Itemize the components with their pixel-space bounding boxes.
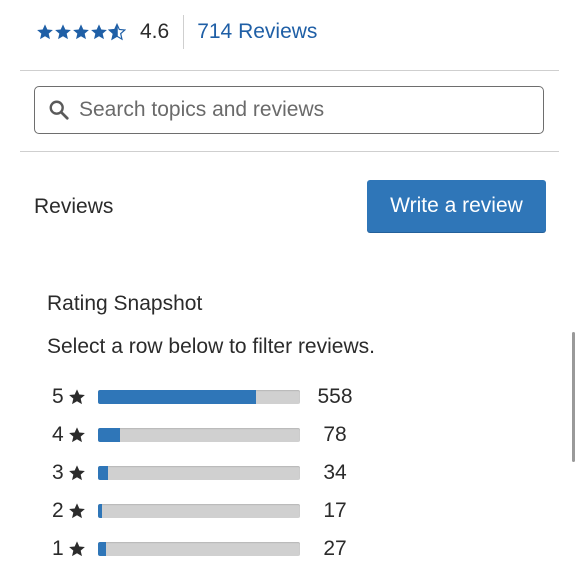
- divider: [20, 151, 559, 152]
- search-box[interactable]: [34, 86, 544, 134]
- average-rating: 4.6: [140, 20, 170, 43]
- rating-bar-fill: [98, 504, 103, 518]
- star-icon: [91, 24, 107, 40]
- search-input[interactable]: [79, 98, 519, 122]
- star-icon: [37, 24, 53, 40]
- rating-bar-fill: [98, 466, 109, 480]
- average-stars: [36, 23, 126, 41]
- rating-row-5[interactable]: 5 558: [52, 378, 372, 416]
- star-level: 4: [52, 423, 64, 446]
- rating-row-2[interactable]: 2 17: [52, 492, 372, 530]
- rating-bar: [98, 390, 300, 404]
- rating-count: 17: [323, 499, 347, 522]
- star-icon: [69, 503, 85, 519]
- star-level: 5: [52, 385, 64, 408]
- reviews-heading: Reviews: [34, 195, 114, 218]
- star-icon: [69, 389, 85, 405]
- summary-divider: [183, 15, 185, 49]
- rating-bar-fill: [98, 542, 107, 556]
- rating-row-4[interactable]: 4 78: [52, 416, 372, 454]
- rating-bar: [98, 428, 300, 442]
- rating-bar: [98, 466, 300, 480]
- review-count-link[interactable]: 714 Reviews: [197, 20, 317, 44]
- rating-rows: 5 558 4 78 3 34 2 17 1 27: [52, 378, 372, 568]
- star-level: 3: [52, 461, 64, 484]
- rating-count: 78: [323, 423, 347, 446]
- rating-snapshot-subtitle: Select a row below to filter reviews.: [47, 335, 375, 358]
- rating-bar: [98, 542, 300, 556]
- rating-row-3[interactable]: 3 34: [52, 454, 372, 492]
- rating-page: 4.6 714 Reviews Reviews Write a review R…: [0, 0, 580, 580]
- star-icon: [55, 24, 71, 40]
- star-icon: [69, 541, 85, 557]
- star-icon: [69, 427, 85, 443]
- rating-snapshot-title: Rating Snapshot: [47, 292, 203, 315]
- rating-count: 34: [323, 461, 347, 484]
- rating-count: 27: [323, 537, 347, 560]
- half-star-icon: [108, 23, 126, 41]
- rating-bar: [98, 504, 300, 518]
- search-icon: [49, 100, 69, 120]
- star-icon: [73, 24, 89, 40]
- star-level: 1: [52, 537, 64, 560]
- rating-bar-fill: [98, 428, 121, 442]
- rating-bar-fill: [98, 390, 256, 404]
- rating-count: 558: [317, 385, 353, 408]
- rating-row-1[interactable]: 1 27: [52, 530, 372, 568]
- star-level: 2: [52, 499, 64, 522]
- scrollbar[interactable]: [572, 332, 575, 462]
- star-icon: [69, 465, 85, 481]
- rating-summary: 4.6 714 Reviews: [36, 14, 317, 50]
- write-review-button[interactable]: Write a review: [367, 180, 546, 232]
- divider: [20, 70, 559, 71]
